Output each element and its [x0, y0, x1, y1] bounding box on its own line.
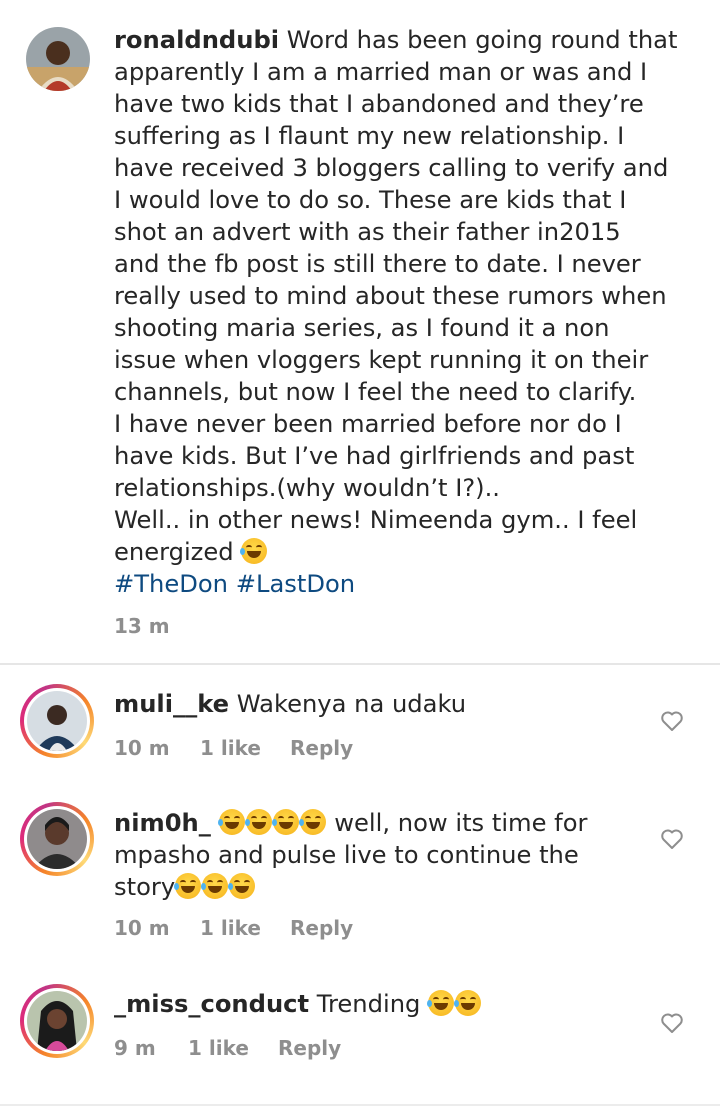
- comment-username[interactable]: _miss_conduct: [114, 990, 309, 1018]
- post-caption: ronaldndubi Word has been going round th…: [0, 0, 720, 664]
- tears-of-joy-emoji: [454, 990, 482, 1016]
- heart-outline-icon[interactable]: [660, 1012, 684, 1034]
- tears-of-joy-emoji: [271, 809, 299, 835]
- tears-of-joy-emoji: [298, 809, 326, 835]
- post-username[interactable]: ronaldndubi: [114, 26, 279, 54]
- comment-item: _miss_conduct Trending 9 m 1 like Reply: [0, 984, 720, 1084]
- avatar: [27, 991, 87, 1051]
- hashtag-thedon[interactable]: #TheDon: [114, 570, 228, 598]
- tears-of-joy-emoji: [228, 873, 256, 899]
- comment-avatar-ring[interactable]: [20, 684, 94, 758]
- comment-avatar-ring[interactable]: [20, 984, 94, 1058]
- comment-meta: 9 m 1 like Reply: [114, 1036, 341, 1060]
- reply-button[interactable]: Reply: [290, 916, 353, 940]
- tears-of-joy-emoji: [427, 990, 455, 1016]
- comment-text: muli__ke Wakenya na udaku: [114, 690, 467, 718]
- heart-outline-icon[interactable]: [660, 710, 684, 732]
- comment-username[interactable]: muli__ke: [114, 690, 229, 718]
- tears-of-joy-emoji: [244, 809, 272, 835]
- comment-avatar-ring[interactable]: [20, 802, 94, 876]
- comment-item: muli__ke Wakenya na udaku 10 m 1 like Re…: [0, 684, 720, 784]
- comment-meta: 10 m 1 like Reply: [114, 736, 353, 760]
- post-timestamp: 13 m: [114, 614, 170, 638]
- hashtag-lastdon[interactable]: #LastDon: [236, 570, 355, 598]
- divider: [0, 1104, 720, 1106]
- heart-outline-icon[interactable]: [660, 828, 684, 850]
- comment-item: nim0h_ well, now its time for mpasho and …: [0, 802, 720, 952]
- tears-of-joy-emoji: [240, 538, 268, 564]
- tears-of-joy-emoji: [174, 873, 202, 899]
- tears-of-joy-emoji: [217, 809, 245, 835]
- tears-of-joy-emoji: [201, 873, 229, 899]
- divider: [0, 663, 720, 665]
- caption-text: ronaldndubi Word has been going round th…: [114, 26, 678, 598]
- comment-text: nim0h_ well, now its time for mpasho and …: [114, 809, 588, 901]
- comment-likes[interactable]: 1 like: [200, 736, 290, 760]
- avatar: [27, 809, 87, 869]
- comment-meta: 10 m 1 like Reply: [114, 916, 353, 940]
- comment-text: _miss_conduct Trending: [114, 988, 634, 1020]
- comment-time: 10 m: [114, 736, 170, 760]
- comment-time: 9 m: [114, 1036, 156, 1060]
- avatar: [27, 691, 87, 751]
- reply-button[interactable]: Reply: [278, 1036, 341, 1060]
- comment-username[interactable]: nim0h_: [114, 809, 211, 837]
- comment-time: 10 m: [114, 916, 170, 940]
- reply-button[interactable]: Reply: [290, 736, 353, 760]
- comment-likes[interactable]: 1 like: [200, 916, 290, 940]
- comment-likes[interactable]: 1 like: [188, 1036, 278, 1060]
- post-author-avatar[interactable]: [26, 27, 90, 91]
